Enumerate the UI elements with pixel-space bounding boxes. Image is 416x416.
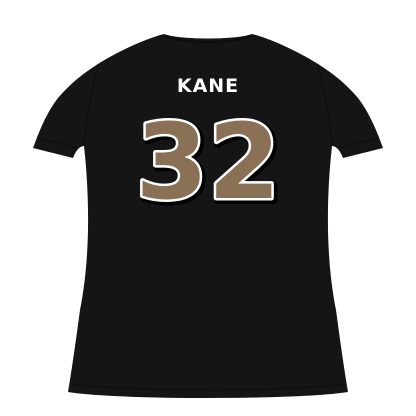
product-image: KANE 32 32 32: [0, 0, 416, 416]
player-name: KANE: [177, 75, 239, 97]
tshirt-back-graphic: KANE 32 32 32: [33, 34, 383, 398]
player-number: 32: [136, 101, 281, 223]
